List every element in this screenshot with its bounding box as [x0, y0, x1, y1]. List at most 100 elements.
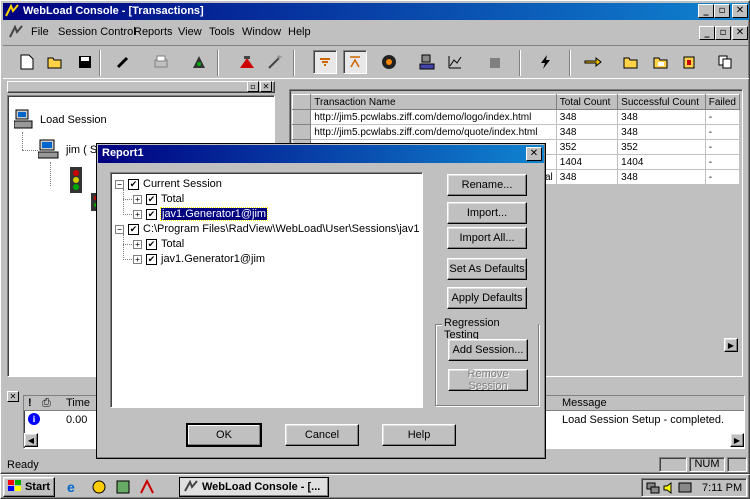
taskbar-task-webload[interactable]: WebLoad Console - [...: [179, 477, 329, 497]
lightning-icon[interactable]: [533, 50, 557, 74]
menu-tools[interactable]: Tools: [209, 23, 235, 41]
edit-icon[interactable]: [111, 50, 135, 74]
tree-item-label[interactable]: C:\Program Files\RadView\WebLoad\User\Se…: [143, 223, 420, 235]
tree-item-label[interactable]: Current Session: [143, 178, 222, 190]
import-button[interactable]: Import...: [447, 202, 527, 224]
tree-item-label[interactable]: jav1.Generator1@jim: [159, 207, 269, 221]
report-icon[interactable]: [649, 50, 673, 74]
tree-item-checkbox[interactable]: ✔: [146, 193, 157, 205]
tree-item-label[interactable]: Total: [161, 193, 184, 205]
copy-icon[interactable]: [713, 50, 737, 74]
minimize-button[interactable]: _: [698, 4, 714, 18]
network-tray-icon[interactable]: [646, 481, 660, 498]
open-icon[interactable]: [43, 50, 67, 74]
pane-restore-button[interactable]: ▫: [247, 81, 259, 92]
tree-item-checkbox[interactable]: ✔: [146, 208, 157, 220]
close-button[interactable]: ✕: [732, 4, 748, 18]
add-session-button[interactable]: Add Session...: [448, 339, 528, 361]
scroll-right-button[interactable]: ▶: [724, 338, 738, 352]
set-as-defaults-button[interactable]: Set As Defaults: [447, 258, 527, 280]
save-icon[interactable]: [73, 50, 97, 74]
menu-reports[interactable]: Reports: [134, 23, 173, 41]
tree-item-checkbox[interactable]: ✔: [146, 253, 157, 265]
log-scroll-left-button[interactable]: ◀: [24, 433, 38, 447]
script-icon[interactable]: [187, 50, 211, 74]
pointer-icon[interactable]: [581, 50, 605, 74]
chart-icon[interactable]: [443, 50, 467, 74]
start-button[interactable]: Start: [3, 477, 55, 497]
tree-item-checkbox[interactable]: ✔: [128, 223, 139, 235]
tree-item[interactable]: + ✔ jav1.Generator1@jim: [133, 207, 269, 222]
menu-session-control[interactable]: Session Control: [58, 23, 136, 41]
row-header[interactable]: [291, 124, 312, 140]
folder-icon[interactable]: [619, 50, 643, 74]
new-icon[interactable]: [15, 50, 39, 74]
report-export-icon[interactable]: [677, 50, 701, 74]
menu-window[interactable]: Window: [242, 23, 281, 41]
column-header[interactable]: Total Count: [555, 94, 619, 110]
print-icon[interactable]: [149, 50, 173, 74]
table-row[interactable]: http://jim5.pcwlabs.ziff.com/demo/quote/…: [291, 124, 741, 140]
column-header[interactable]: Failed: [704, 94, 741, 110]
log-time-header[interactable]: Time: [66, 397, 90, 409]
maximize-button[interactable]: ▫: [714, 4, 730, 18]
status-text: Ready: [7, 459, 39, 471]
remove-session-button[interactable]: Remove Session: [448, 368, 528, 392]
column-header[interactable]: Successful Count: [617, 94, 706, 110]
tree-connector: [123, 259, 132, 260]
tree-item[interactable]: + ✔ Total: [133, 192, 184, 207]
desktop-icon[interactable]: [115, 479, 131, 495]
menu-view[interactable]: View: [178, 23, 202, 41]
outlook-icon[interactable]: [91, 479, 107, 495]
table-cell: -: [705, 154, 741, 170]
wand-icon[interactable]: [263, 50, 287, 74]
menu-file[interactable]: File: [31, 23, 49, 41]
tree-item[interactable]: + ✔ Total: [133, 237, 184, 252]
wizard-icon[interactable]: [235, 50, 259, 74]
tree-item[interactable]: − ✔ C:\Program Files\RadView\WebLoad\User\…: [115, 222, 420, 237]
tree-connector: [22, 132, 23, 150]
log-message-header[interactable]: Message: [562, 397, 607, 409]
expand-icon[interactable]: +: [133, 239, 142, 249]
rename-button[interactable]: Rename...: [447, 174, 527, 196]
toolbar-separator: [293, 50, 295, 76]
computer-icon[interactable]: [415, 50, 439, 74]
collapse-icon[interactable]: −: [115, 224, 124, 234]
apply-defaults-button[interactable]: Apply Defaults: [447, 287, 527, 309]
tree-item[interactable]: + ✔ jav1.Generator1@jim: [133, 252, 265, 267]
volume-tray-icon[interactable]: [662, 481, 676, 498]
tree-root-label[interactable]: Load Session: [40, 114, 107, 126]
row-header[interactable]: [291, 109, 312, 125]
monitor-tray-icon[interactable]: [678, 481, 692, 498]
clock[interactable]: 7:11 PM: [702, 482, 742, 494]
help-button[interactable]: Help: [382, 424, 456, 446]
menu-help[interactable]: Help: [288, 23, 311, 41]
tree-item-label[interactable]: jav1.Generator1@jim: [161, 253, 265, 265]
pane-close-button[interactable]: ✕: [260, 81, 272, 92]
doc-minimize-button[interactable]: _: [699, 26, 715, 40]
tree-item-checkbox[interactable]: ✔: [146, 238, 157, 250]
column-header[interactable]: Transaction Name: [310, 94, 557, 110]
tree-item[interactable]: − ✔ Current Session: [115, 177, 222, 192]
tree-item-label[interactable]: Total: [161, 238, 184, 250]
collapse-icon[interactable]: −: [115, 179, 124, 189]
expand-icon[interactable]: +: [133, 194, 142, 204]
cancel-button[interactable]: Cancel: [285, 424, 359, 446]
tree-item-checkbox[interactable]: ✔: [128, 178, 139, 190]
expand-icon[interactable]: +: [133, 209, 142, 219]
graph-icon[interactable]: [343, 50, 367, 74]
ok-button[interactable]: OK: [187, 424, 261, 446]
doc-restore-button[interactable]: ▫: [715, 26, 731, 40]
filter-icon[interactable]: [313, 50, 337, 74]
doc-close-button[interactable]: ✕: [732, 26, 748, 40]
internet-explorer-icon[interactable]: e: [67, 479, 83, 495]
stop-icon[interactable]: [377, 50, 401, 74]
trash-icon[interactable]: [483, 50, 507, 74]
import-all-button[interactable]: Import All...: [447, 227, 527, 249]
channels-icon[interactable]: [139, 478, 155, 495]
log-scroll-right-button[interactable]: ▶: [730, 433, 744, 447]
expand-icon[interactable]: +: [133, 254, 142, 264]
dialog-close-button[interactable]: ✕: [526, 147, 542, 161]
log-close-button[interactable]: ✕: [7, 391, 19, 402]
table-row[interactable]: http://jim5.pcwlabs.ziff.com/demo/logo/i…: [291, 109, 741, 125]
